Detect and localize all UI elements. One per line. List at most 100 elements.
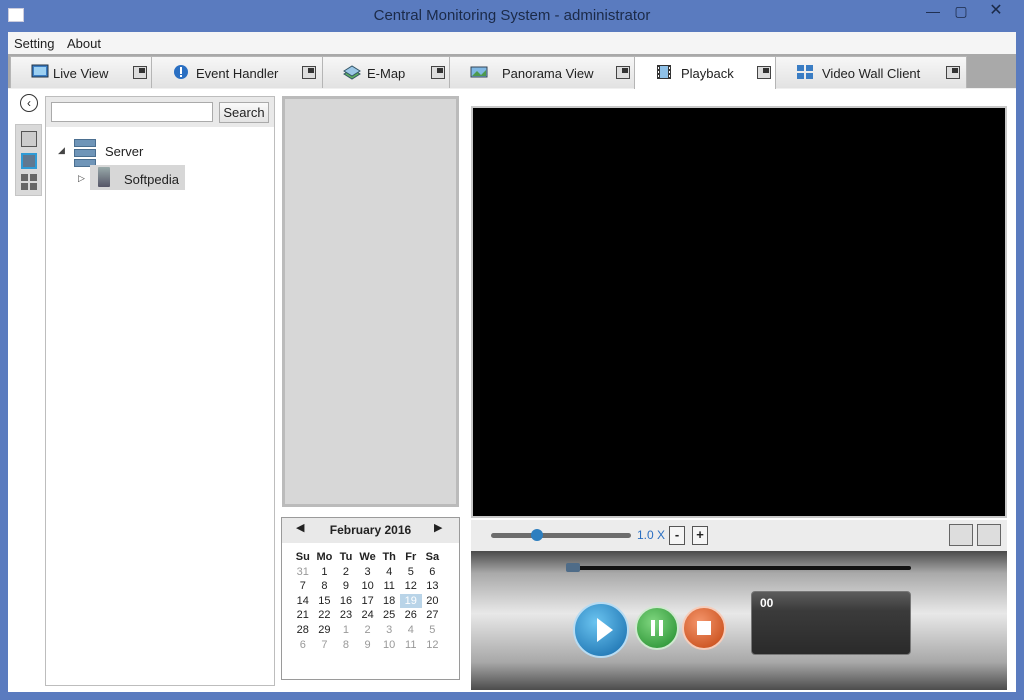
detach-icon[interactable] [431,66,445,79]
calendar-day[interactable]: 16 [335,594,357,609]
search-input[interactable] [51,102,213,122]
window-title: Central Monitoring System - administrato… [373,7,651,24]
single-layout-icon[interactable] [21,153,37,169]
calendar-header: ◀ February 2016 ▶ [282,518,459,543]
pause-button[interactable] [635,606,679,650]
tab-panorama-view[interactable]: Panorama View [449,56,635,88]
detach-icon[interactable] [616,66,630,79]
calendar-day[interactable]: 14 [292,594,314,609]
quad-layout-icon[interactable] [21,174,37,190]
tab-event-handler[interactable]: Event Handler [151,56,323,88]
layout-toolbar [15,124,42,196]
detach-icon[interactable] [302,66,316,79]
tab-label: Live View [53,66,109,81]
tab-video-wall-client[interactable]: Video Wall Client [775,56,967,88]
expand-toggle-icon[interactable]: ◢ [58,145,65,156]
calendar-day[interactable]: 9 [335,579,357,594]
timeline-track[interactable] [566,566,911,570]
calendar-day[interactable]: 13 [422,579,444,594]
calendar-day[interactable]: 4 [400,623,422,638]
calendar-day[interactable]: 20 [422,594,444,609]
tab-live-view[interactable]: Live View [10,56,152,88]
calendar-day[interactable]: 2 [335,565,357,580]
calendar-week: 31 1 2 3 4 5 6 [292,565,452,580]
calendar-day[interactable]: 24 [357,608,379,623]
detach-icon[interactable] [757,66,771,79]
calendar-day[interactable]: 12 [422,638,444,653]
calendar-day[interactable]: 25 [378,608,400,623]
calendar-day[interactable]: 5 [400,565,422,580]
expand-toggle-icon[interactable]: ▷ [78,173,85,184]
tab-label: Panorama View [502,66,594,81]
calendar-day[interactable]: 4 [378,565,400,580]
calendar-day[interactable]: 23 [335,608,357,623]
calendar-day[interactable]: 29 [314,623,336,638]
tree-node-softpedia[interactable]: Softpedia [124,172,179,187]
snapshot-icon[interactable] [949,524,973,546]
calendar-day[interactable]: 11 [400,638,422,653]
speed-slider-track[interactable] [491,533,631,538]
calendar-day[interactable]: 3 [378,623,400,638]
calendar-day[interactable]: 27 [422,608,444,623]
calendar-day[interactable]: 8 [335,638,357,653]
calendar-day[interactable]: 1 [314,565,336,580]
tab-emap[interactable]: E-Map [322,56,450,88]
maximize-button[interactable]: ▢ [948,0,974,22]
calendar-day[interactable]: 19 [399,593,422,609]
speed-slider-thumb[interactable] [531,529,544,541]
detach-icon[interactable] [21,131,37,147]
calendar-day[interactable]: 18 [378,594,400,609]
speed-increase-button[interactable]: + [692,526,708,545]
calendar-day[interactable]: 3 [357,565,379,580]
minimize-button[interactable]: — [918,0,948,22]
weekday-label: Sa [425,551,440,563]
tree-node-server[interactable]: Server [105,144,143,159]
calendar-day[interactable]: 8 [314,579,336,594]
menu-setting[interactable]: Setting [14,36,54,51]
calendar-day[interactable]: 6 [292,638,314,653]
calendar-day[interactable]: 22 [314,608,336,623]
timeline-thumb[interactable] [566,563,580,572]
search-row: Search [46,97,274,127]
camera-list-panel [282,96,459,507]
server-icon [74,139,96,167]
calendar-grid: Su Mo Tu We Th Fr Sa 31 1 2 3 4 5 6 7 8 9 10 11 12 13 14 15 16 1… [292,550,452,652]
calendar-day[interactable]: 21 [292,608,314,623]
export-clip-icon[interactable] [977,524,1001,546]
calendar-day[interactable]: 17 [357,594,379,609]
calendar-day[interactable]: 7 [292,579,314,594]
tab-label: Video Wall Client [822,66,921,81]
emap-icon [343,65,361,80]
collapse-sidebar-button[interactable]: ‹ [20,94,38,112]
menu-bar: Setting About [8,32,1016,54]
speed-decrease-button[interactable]: - [669,526,685,545]
calendar-day[interactable]: 2 [357,623,379,638]
stop-button[interactable] [682,606,726,650]
playback-icon [657,65,671,79]
speed-bar: 1.0 X - + [471,520,1007,551]
calendar-day[interactable]: 7 [314,638,336,653]
calendar-day[interactable]: 9 [357,638,379,653]
calendar-day[interactable]: 11 [378,579,400,594]
calendar-day[interactable]: 1 [335,623,357,638]
calendar-day[interactable]: 5 [422,623,444,638]
search-button[interactable]: Search [219,102,269,123]
detach-icon[interactable] [133,66,147,79]
calendar-day[interactable]: 26 [400,608,422,623]
calendar-day[interactable]: 15 [314,594,336,609]
event-handler-icon [174,65,188,79]
tab-playback[interactable]: Playback [634,56,776,89]
calendar-day[interactable]: 12 [400,579,422,594]
play-button[interactable] [573,602,629,658]
calendar-day[interactable]: 10 [378,638,400,653]
menu-about[interactable]: About [67,36,101,51]
calendar-day[interactable]: 28 [292,623,314,638]
calendar-day[interactable]: 31 [292,565,314,580]
calendar-day[interactable]: 10 [357,579,379,594]
close-button[interactable]: ✕ [974,0,1018,22]
video-viewport[interactable] [471,106,1007,518]
calendar-title[interactable]: February 2016 [282,523,459,537]
calendar-day[interactable]: 6 [422,565,444,580]
detach-icon[interactable] [946,66,960,79]
next-month-icon[interactable]: ▶ [434,521,442,534]
